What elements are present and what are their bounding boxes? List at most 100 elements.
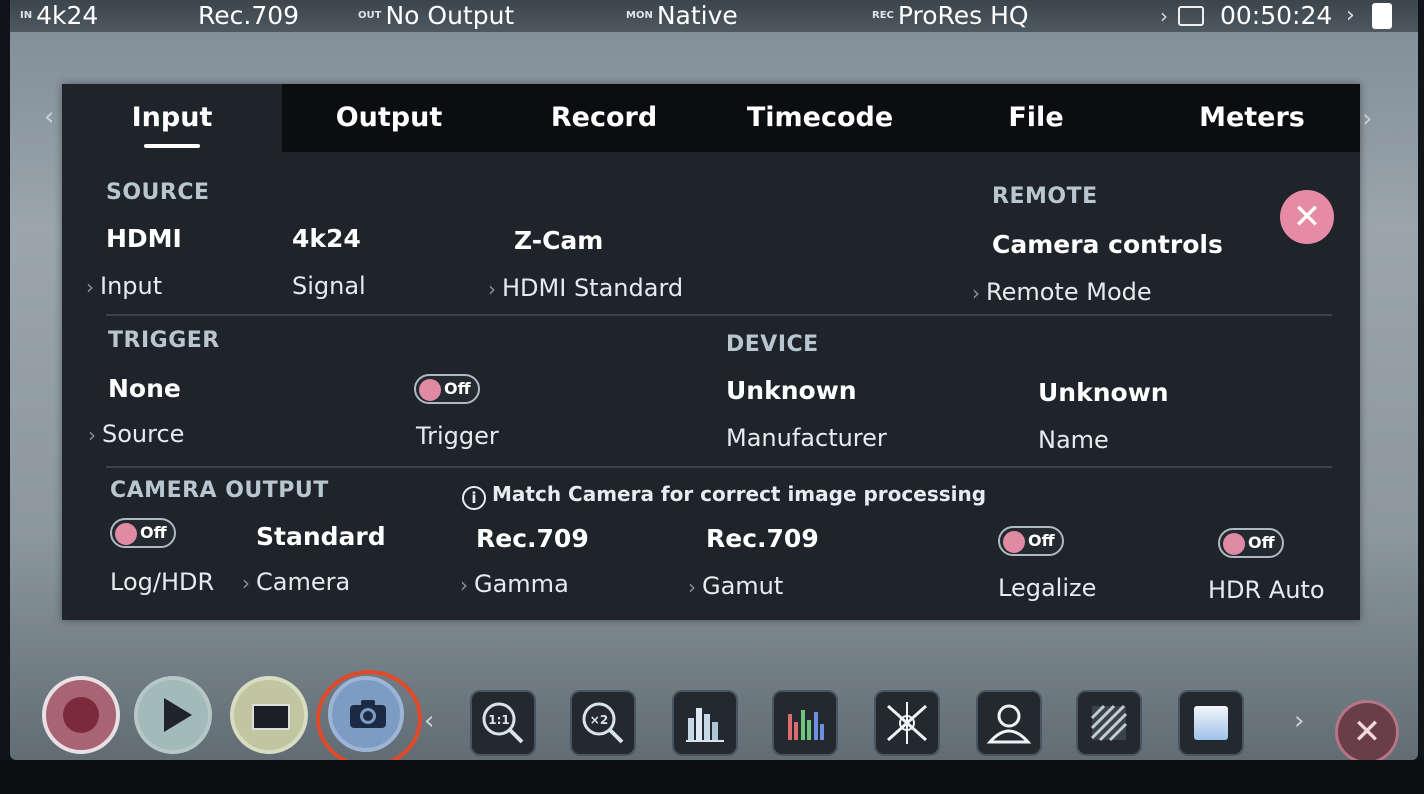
legalize-toggle[interactable]: Off [998,526,1064,556]
hdmi-standard-label: HDMI Standard [502,274,684,302]
status-bar: IN 4k24 Rec.709 OUT No Output MON Native RE… [10,0,1418,32]
toggle-knob [419,379,441,401]
zoom-1-1-button[interactable]: 1:1 [470,690,536,756]
tab-input-label: Input [131,102,213,133]
tab-meters[interactable]: Meters [1144,84,1360,152]
play-button[interactable] [134,676,212,754]
vectorscope-button[interactable] [874,690,940,756]
camera-label: Camera [256,568,351,596]
input-label: Input [100,272,163,300]
tab-output[interactable]: Output [282,84,496,152]
log-hdr-toggle[interactable]: Off [110,518,176,548]
rec-tag: REC [872,10,894,21]
tab-output-label: Output [335,102,443,133]
media-drive-icon[interactable] [1178,6,1204,26]
manufacturer-label: Manufacturer [726,424,887,452]
remote-mode-value: Camera controls [992,230,1223,259]
input-status[interactable]: IN 4k24 [20,0,98,32]
remote-mode-setting[interactable]: › Remote Mode [972,278,1152,306]
record-button[interactable] [42,676,120,754]
rgb-parade-icon [788,710,824,740]
toggle-knob [115,523,137,545]
input-format: 4k24 [36,1,99,30]
chevron-left-icon[interactable]: ‹ [44,104,54,130]
hdmi-standard-setting[interactable]: › HDMI Standard [488,274,683,302]
chevron-right-icon[interactable]: › [1362,106,1372,132]
remaining-time: 00:50:24 [1220,1,1333,30]
remote-mode-label: Remote Mode [986,278,1152,306]
out-tag: OUT [358,10,382,21]
waveform-button[interactable] [672,690,738,756]
chevron-right-icon: › [488,277,496,301]
tab-meters-label: Meters [1199,102,1305,133]
hdr-auto-label: HDR Auto [1208,576,1325,604]
trigger-source-label: Source [102,420,185,448]
mon-tag: MON [626,10,653,21]
tab-input[interactable]: Input [62,84,282,152]
trigger-toggle[interactable]: Off [414,374,480,404]
hdr-auto-toggle[interactable]: Off [1218,528,1284,558]
remaining-time-status[interactable]: 00:50:24 [1220,0,1332,32]
trigger-toggle-text: Off [444,379,471,398]
input-setting[interactable]: › Input [86,272,162,300]
blue-square-icon [1194,706,1228,740]
trigger-source-value: None [108,374,181,403]
record-format-status[interactable]: REC ProRes HQ [872,0,1029,32]
active-tab-indicator [144,144,200,148]
gamut-value: Rec.709 [706,524,819,553]
chevron-right-icon[interactable]: › [1294,706,1304,736]
chevron-right-icon: › [1346,3,1355,28]
info-icon: i [462,486,486,510]
zebra-button[interactable] [1076,690,1142,756]
divider [106,466,1332,468]
output-value: No Output [385,1,515,30]
zoom-x2-button[interactable]: ×2 [570,690,636,756]
remote-section-title: REMOTE [992,184,1098,209]
close-icon[interactable]: ✕ [1280,190,1334,244]
chevron-right-icon: › [88,423,96,447]
close-icon[interactable]: ✕ [1335,700,1399,760]
colorspace-status[interactable]: Rec.709 [198,0,299,32]
gamut-setting[interactable]: › Gamut [688,572,783,600]
hdmi-standard-value: Z-Cam [514,226,604,255]
camera-output-section-title: CAMERA OUTPUT [110,478,329,503]
monitor-screen: IN 4k24 Rec.709 OUT No Output MON Native RE… [10,0,1418,760]
chevron-right-icon: › [242,571,250,595]
output-status[interactable]: OUT No Output [358,0,514,32]
trigger-source-setting[interactable]: › Source [88,420,184,448]
chevron-right-icon: › [460,573,468,597]
battery-icon[interactable] [1372,3,1392,29]
info-note: i Match Camera for correct image processi… [462,482,986,510]
play-icon [164,698,192,732]
toggle-knob [1223,533,1245,555]
playlist-icon [252,704,290,730]
tab-file[interactable]: File [928,84,1144,152]
source-section-title: SOURCE [106,180,210,205]
gamma-setting[interactable]: › Gamma [460,570,569,598]
record-format-value: ProRes HQ [897,1,1029,30]
record-icon [63,697,99,733]
zoom-1-1-icon: 1:1 [482,702,524,744]
chevron-left-icon[interactable]: ‹ [424,706,434,736]
blue-only-button[interactable] [1178,690,1244,756]
signal-value: 4k24 [292,224,361,253]
tab-record[interactable]: Record [496,84,712,152]
camera-setting[interactable]: › Camera [242,568,350,596]
device-name-value: Unknown [1038,378,1169,407]
legalize-label: Legalize [998,574,1097,602]
playlist-button[interactable] [230,676,308,754]
tab-timecode[interactable]: Timecode [712,84,928,152]
settings-panel: Input Output Record Timecode File Meters… [62,84,1360,620]
tab-bar: Input Output Record Timecode File Meters [62,84,1360,152]
rgb-parade-button[interactable] [772,690,838,756]
zebra-icon [1090,704,1128,742]
gamma-value: Rec.709 [476,524,589,553]
device-bezel [0,760,1424,794]
false-color-button[interactable] [976,690,1042,756]
log-hdr-toggle-text: Off [140,523,167,542]
device-section-title: DEVICE [726,332,819,357]
camera-value: Standard [256,522,386,551]
monitor-status[interactable]: MON Native [626,0,738,32]
chevron-right-icon: › [688,575,696,599]
person-icon [986,704,1032,744]
